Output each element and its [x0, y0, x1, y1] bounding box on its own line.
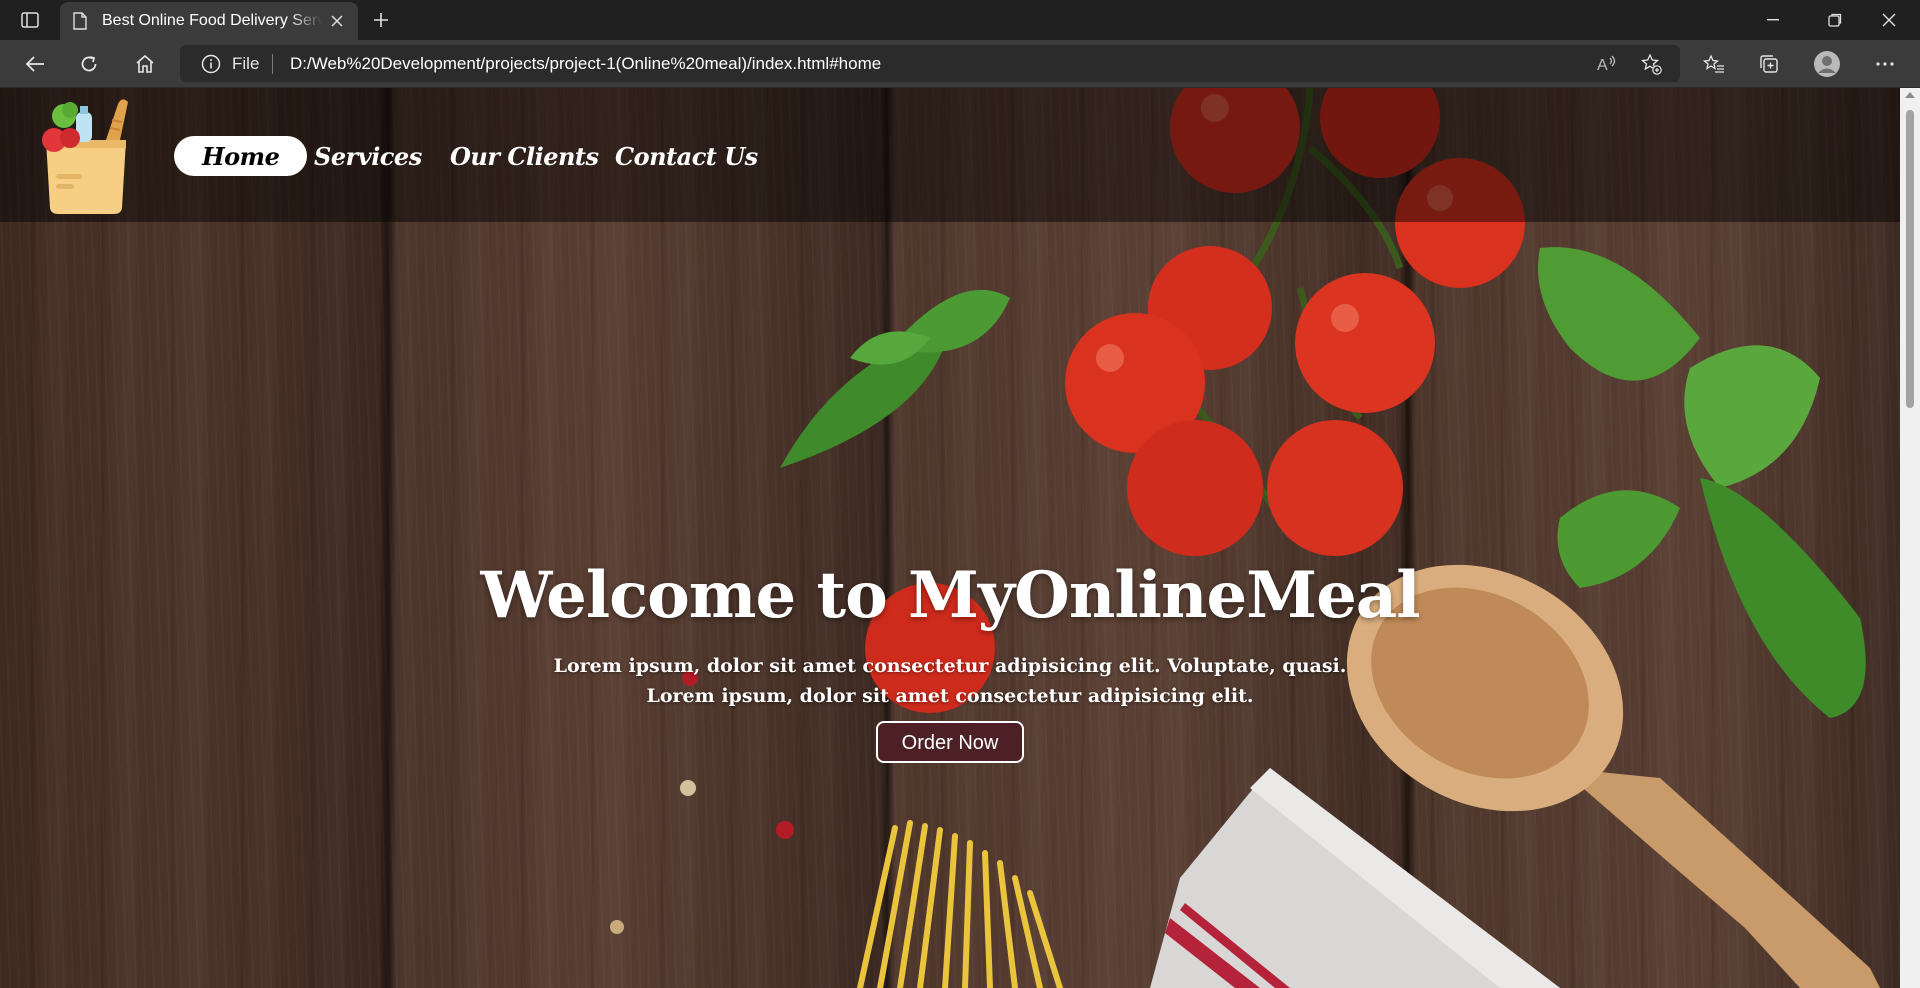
- peppercorn-shape: [776, 821, 794, 839]
- favorites-icon[interactable]: [1697, 48, 1731, 80]
- grocery-bag-logo-icon[interactable]: [40, 96, 132, 216]
- hero-subtitle-line-2: Lorem ipsum, dolor sit amet consectetur …: [646, 685, 1254, 707]
- browser-titlebar: Best Online Food Delivery Service: [0, 0, 1920, 40]
- hero-subtitle-line-1: Lorem ipsum, dolor sit amet consectetur …: [553, 655, 1347, 677]
- tab-title: Best Online Food Delivery Service: [102, 12, 322, 29]
- star-plus-icon[interactable]: [1638, 51, 1664, 77]
- spaghetti-bundle-shape: [857, 820, 1063, 988]
- address-divider: [272, 54, 273, 74]
- page-icon: [70, 11, 90, 31]
- back-arrow-icon[interactable]: [18, 48, 52, 80]
- plus-icon[interactable]: [366, 7, 396, 33]
- tab-actions-icon[interactable]: [14, 7, 46, 33]
- scrollbar-thumb[interactable]: [1906, 110, 1914, 408]
- hero-content: Welcome to MyOnlineMeal Lorem ipsum, dol…: [0, 558, 1900, 763]
- restore-icon[interactable]: [1804, 0, 1866, 40]
- info-icon[interactable]: [200, 53, 222, 75]
- refresh-icon[interactable]: [72, 48, 106, 80]
- close-icon[interactable]: [326, 10, 348, 32]
- svg-text:A: A: [1597, 57, 1608, 74]
- minimize-icon[interactable]: [1742, 0, 1804, 40]
- peppercorn-shape: [610, 920, 624, 934]
- nav-contact-us[interactable]: Contact Us: [587, 136, 786, 176]
- site-navbar: Home Services Our Clients Contact Us: [0, 88, 1900, 222]
- read-aloud-icon[interactable]: A: [1594, 51, 1620, 77]
- window-close-icon[interactable]: [1858, 0, 1920, 40]
- browser-tab-active[interactable]: Best Online Food Delivery Service: [60, 2, 358, 40]
- peppercorn-shape: [680, 780, 696, 796]
- profile-avatar-icon[interactable]: [1810, 48, 1844, 80]
- page-scrollbar[interactable]: [1900, 88, 1920, 988]
- hero-title: Welcome to MyOnlineMeal: [480, 558, 1420, 633]
- browser-toolbar: File D:/Web%20Development/projects/proje…: [0, 40, 1920, 88]
- address-url[interactable]: D:/Web%20Development/projects/project-1(…: [290, 54, 881, 74]
- collections-icon[interactable]: [1752, 48, 1786, 80]
- home-icon[interactable]: [128, 48, 162, 80]
- order-now-button[interactable]: Order Now: [875, 721, 1025, 763]
- hero-food-illustration: [610, 88, 1880, 988]
- page-viewport: Home Services Our Clients Contact Us Wel…: [0, 88, 1920, 988]
- scroll-up-arrow-icon[interactable]: [1905, 92, 1915, 98]
- address-bar[interactable]: File D:/Web%20Development/projects/proje…: [180, 45, 1680, 82]
- hero-subtitle: Lorem ipsum, dolor sit amet consectetur …: [0, 651, 1900, 711]
- more-dots-icon[interactable]: [1868, 48, 1902, 80]
- basil-leaves-left-shape: [780, 289, 1010, 468]
- address-scheme: File: [232, 54, 260, 73]
